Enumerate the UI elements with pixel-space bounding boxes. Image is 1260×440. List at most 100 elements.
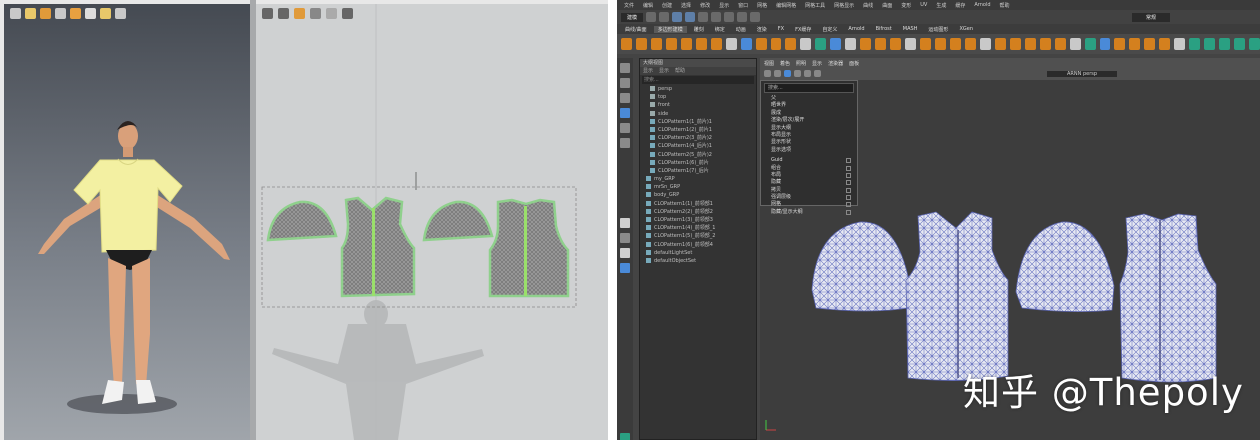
scale-tool-icon[interactable] (620, 138, 630, 148)
menu-item[interactable]: 创建 (659, 2, 675, 9)
select-tool-icon[interactable] (620, 63, 630, 73)
context-search[interactable]: 搜索... (764, 83, 854, 93)
shelf-tool-icon[interactable] (830, 38, 842, 50)
context-menu-check-item[interactable]: Guid (761, 157, 857, 164)
context-menu-check-item[interactable]: 网格 (761, 201, 857, 208)
outliner-item[interactable]: CLOPattern1(4)_前领部_1 (640, 224, 756, 232)
menu-item[interactable]: 网格 (754, 2, 770, 9)
shelf-tab[interactable]: 雕刻 (690, 26, 708, 33)
outliner-menu-item[interactable]: 显示 (643, 67, 653, 75)
wireframe-icon[interactable] (784, 70, 791, 77)
outliner-item[interactable]: top (640, 93, 756, 101)
select-object-icon[interactable] (685, 12, 696, 22)
context-menu-check-item[interactable]: 拷贝 (761, 187, 857, 194)
viewport-menu-item[interactable]: 照明 (796, 60, 806, 67)
shelf-tool-icon[interactable] (1189, 38, 1201, 50)
snap-curve-icon[interactable] (711, 12, 722, 22)
clo3d-2d-pattern-window[interactable] (256, 4, 608, 440)
shelf-tab[interactable]: 曲线/曲面 (621, 26, 651, 33)
outliner-item[interactable]: my_GRP (640, 175, 756, 183)
menu-item[interactable]: 窗口 (735, 2, 751, 9)
menu-item[interactable]: 编辑 (640, 2, 656, 9)
outliner-item[interactable]: CLOPattern1(4_后片)1 (640, 142, 756, 150)
shelf-tool-icon[interactable] (1129, 38, 1141, 50)
menu-item[interactable]: 网格工具 (802, 2, 828, 9)
shelf-tool-icon[interactable] (920, 38, 932, 50)
shelf-tool-icon[interactable] (1144, 38, 1156, 50)
shelf-tool-icon[interactable] (680, 38, 692, 50)
checkbox[interactable] (846, 195, 851, 201)
save-icon[interactable] (659, 12, 670, 22)
shelf-tool-icon[interactable] (1114, 38, 1126, 50)
shelf-tab[interactable]: 运动图形 (924, 26, 952, 33)
shelf-tool-icon[interactable] (875, 38, 887, 50)
camera-icon[interactable] (764, 70, 771, 77)
menu-item[interactable]: 变形 (898, 2, 914, 9)
shelf-tool-icon[interactable] (725, 38, 737, 50)
menu-item[interactable]: 网格显示 (831, 2, 857, 9)
checkbox[interactable] (846, 172, 851, 178)
shelf-tool-icon[interactable] (964, 38, 976, 50)
rotate-tool-icon[interactable] (620, 123, 630, 133)
menu-item[interactable]: 显示 (716, 2, 732, 9)
context-menu-item[interactable]: 晒世界 (761, 102, 857, 109)
ipr-icon[interactable] (750, 12, 761, 22)
layout-single-icon[interactable] (620, 218, 630, 228)
outliner-item[interactable]: CLOPattern1(1)_前领部1 (640, 200, 756, 208)
shelf-tool-icon[interactable] (665, 38, 677, 50)
shelf-tool-icon[interactable] (1249, 38, 1260, 50)
shelf-tool-icon[interactable] (935, 38, 946, 50)
checkbox[interactable] (846, 158, 851, 164)
shelf-tab[interactable]: 动画 (732, 26, 750, 33)
outliner-item[interactable]: CLOPattern1(6)_前领部4 (640, 241, 756, 249)
outliner-item[interactable]: CLOPattern1(5)_前领部_2 (640, 232, 756, 240)
viewport-menu-item[interactable]: 渲染器 (828, 60, 843, 67)
viewport-menu-item[interactable]: 视图 (764, 60, 774, 67)
select-hierarchy-icon[interactable] (672, 12, 683, 22)
checkbox[interactable] (846, 187, 851, 193)
shelf-tool-icon[interactable] (815, 38, 827, 50)
outliner-item[interactable]: CLOPattern1(6)_前片 (640, 159, 756, 167)
shelf-tab[interactable]: XGen (955, 26, 977, 32)
shelf-tool-icon[interactable] (994, 38, 1006, 50)
shelf-tool-icon[interactable] (905, 38, 917, 50)
layout-outliner-icon[interactable] (620, 263, 630, 273)
shelf-tool-icon[interactable] (949, 38, 961, 50)
shelf-tab[interactable]: FX缓存 (791, 26, 815, 33)
checkbox[interactable] (846, 165, 851, 171)
context-menu-check-item[interactable]: 隐藏 (761, 179, 857, 186)
shelf-tool-icon[interactable] (1069, 38, 1081, 50)
light-icon[interactable] (814, 70, 821, 77)
grid-icon[interactable] (774, 70, 781, 77)
shelf-tab[interactable]: 绑定 (711, 26, 729, 33)
shelf-tool-icon[interactable] (890, 38, 902, 50)
shelf-tab[interactable]: Bifrost (872, 26, 896, 32)
shelf-tab[interactable]: 自定义 (818, 26, 841, 33)
menu-item[interactable]: 曲面 (879, 2, 895, 9)
layout-side-icon[interactable] (620, 248, 630, 258)
outliner-item[interactable]: CLOPattern1(3)_前领部3 (640, 216, 756, 224)
render-icon[interactable] (737, 12, 748, 22)
shelf-tool-icon[interactable] (860, 38, 872, 50)
shelf-tool-icon[interactable] (755, 38, 767, 50)
shelf-tool-icon[interactable] (1219, 38, 1231, 50)
shelf-tab[interactable]: MASH (899, 26, 922, 32)
outliner-menu-item[interactable]: 帮助 (675, 67, 685, 75)
menu-item[interactable]: Arnold (971, 2, 993, 8)
shelf-tool-icon[interactable] (1159, 38, 1171, 50)
shelf-tool-icon[interactable] (845, 38, 857, 50)
outliner-item[interactable]: body_GRP (640, 191, 756, 199)
move-tool-icon[interactable] (620, 108, 630, 118)
viewport-menu-item[interactable]: 面板 (849, 60, 859, 67)
shelf-tool-icon[interactable] (1009, 38, 1021, 50)
menu-item[interactable]: 帮助 (997, 2, 1013, 9)
outliner-item[interactable]: CLOPattern2(3_前片)2 (640, 134, 756, 142)
lasso-tool-icon[interactable] (620, 78, 630, 88)
shelf-tool-icon[interactable] (1024, 38, 1036, 50)
menu-item[interactable]: 编辑网格 (773, 2, 799, 9)
shelf-tool-icon[interactable] (979, 38, 991, 50)
shelf-tool-icon[interactable] (785, 38, 797, 50)
shelf-tool-icon[interactable] (1099, 38, 1111, 50)
shelf-tool-icon[interactable] (1234, 38, 1246, 50)
open-icon[interactable] (646, 12, 657, 22)
